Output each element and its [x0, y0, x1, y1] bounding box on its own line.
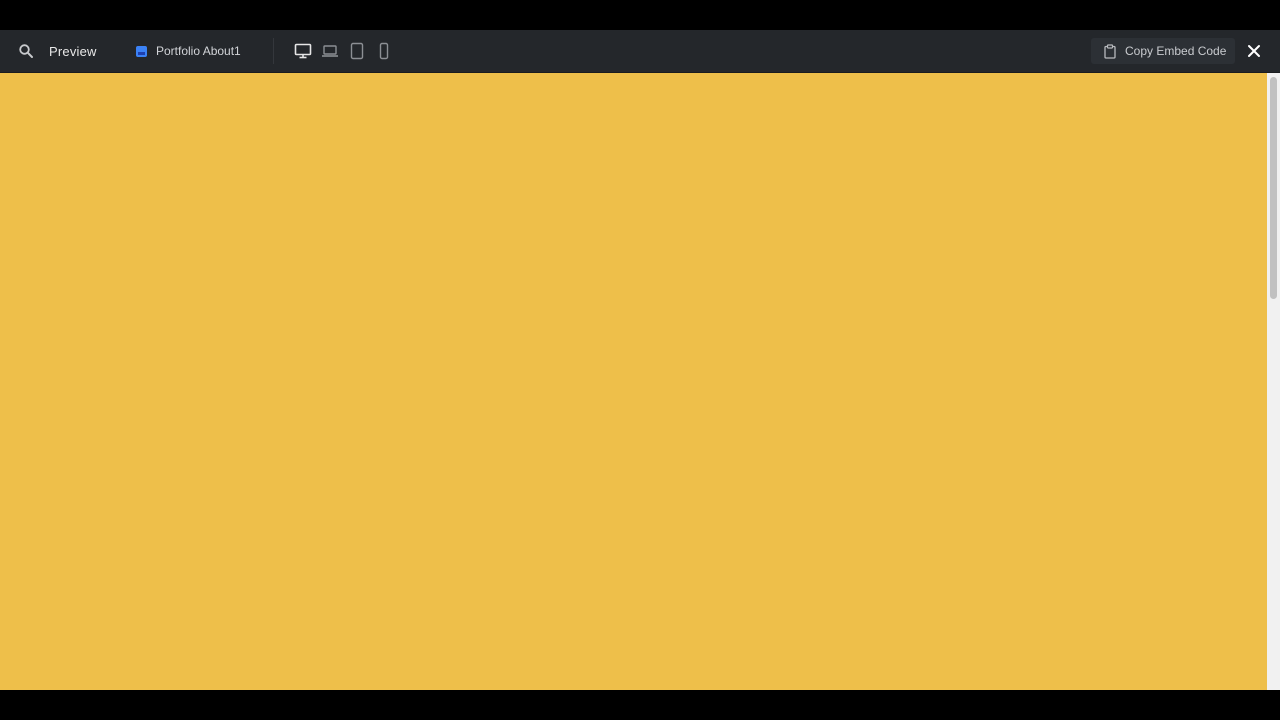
clipboard-icon: [1104, 43, 1116, 59]
close-icon: [1248, 45, 1260, 57]
desktop-icon: [294, 43, 311, 59]
page-tab-portfolio-about1[interactable]: Portfolio About1: [128, 30, 249, 72]
page-tab-label: Portfolio About1: [156, 44, 241, 58]
search-icon[interactable]: [18, 30, 36, 72]
device-switcher: [291, 30, 395, 72]
page-icon: [136, 45, 147, 57]
preview-canvas[interactable]: [0, 73, 1267, 690]
preview-window: Preview Portfolio About1 Copy Embed Code: [0, 30, 1280, 690]
desktop-view-button[interactable]: [291, 38, 314, 64]
preview-title: Preview: [49, 43, 97, 59]
tablet-view-button[interactable]: [345, 38, 368, 64]
tablet-icon: [350, 42, 363, 60]
scrollbar-thumb[interactable]: [1270, 77, 1277, 299]
close-preview-button[interactable]: [1242, 39, 1266, 63]
preview-toolbar: Preview Portfolio About1 Copy Embed Code: [0, 30, 1280, 73]
mobile-view-button[interactable]: [372, 38, 395, 64]
toolbar-divider: [273, 38, 274, 64]
vertical-scrollbar[interactable]: [1267, 73, 1280, 690]
laptop-view-button[interactable]: [318, 38, 341, 64]
mobile-icon: [379, 42, 388, 60]
copy-embed-code-button[interactable]: Copy Embed Code: [1091, 38, 1235, 64]
copy-embed-code-label: Copy Embed Code: [1125, 44, 1227, 58]
laptop-icon: [321, 45, 338, 57]
